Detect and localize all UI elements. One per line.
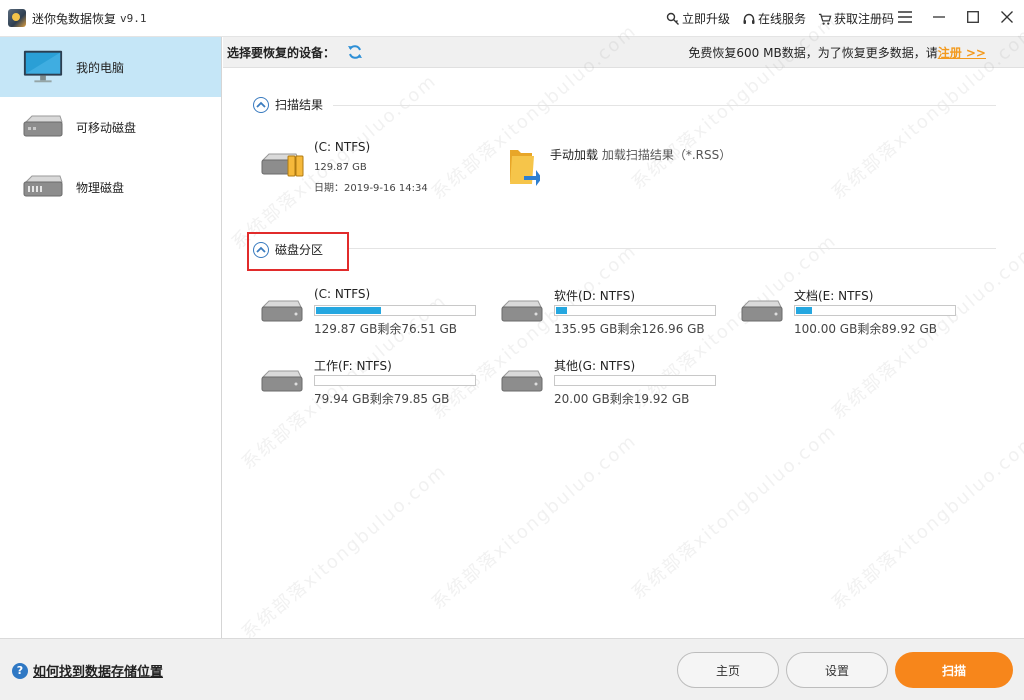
- upgrade-button[interactable]: 立即升级: [666, 10, 730, 27]
- drive-name: 文档(E: NTFS): [794, 289, 874, 303]
- folder-load-icon: [508, 146, 542, 191]
- usage-bar: [794, 305, 956, 316]
- partitions-title: 磁盘分区: [275, 243, 324, 257]
- refresh-icon[interactable]: [347, 44, 363, 60]
- scan-result-item[interactable]: (C: NTFS) 129.87 GB 日期：2019-9-16 14:34: [260, 140, 428, 194]
- sidebar-item-removable-disk[interactable]: 可移动磁盘: [0, 97, 221, 157]
- removable-disk-icon: [22, 109, 64, 145]
- help-link-label: 如何找到数据存储位置: [33, 665, 164, 680]
- close-icon: [1001, 11, 1013, 26]
- drive-capacity: 79.94 GB剩余79.85 GB: [314, 392, 450, 406]
- menu-icon: [898, 11, 912, 26]
- partition-e[interactable]: 文档(E: NTFS) 100.00 GB剩余89.92 GB: [740, 287, 956, 337]
- get-code-label: 获取注册码: [833, 12, 894, 26]
- drive-icon: [500, 299, 544, 325]
- title-actions: 立即升级 在线服务 获取注册码: [666, 0, 894, 37]
- app-version: v9.1: [120, 11, 147, 25]
- register-link[interactable]: 注册 >>: [938, 44, 986, 61]
- usage-bar-fill: [796, 307, 812, 314]
- sidebar: 我的电脑 可移动磁盘 物理磁盘: [0, 37, 222, 638]
- footer-bar: ? 如何找到数据存储位置 主页 设置 扫描: [0, 638, 1024, 700]
- section-divider: [333, 105, 996, 106]
- scan-results-header: 扫描结果: [253, 96, 323, 113]
- usage-bar: [314, 305, 476, 316]
- watermark: 系统部落xitongbuluo.com: [827, 430, 1024, 614]
- scan-drive-name: (C: NTFS): [314, 140, 371, 154]
- watermark: 系统部落xitongbuluo.com: [237, 460, 451, 644]
- title-bar: 迷你兔数据恢复 v9.1 立即升级 在线服务 获取注册码: [0, 0, 1024, 37]
- device-select-bar: 选择要恢复的设备： 免费恢复600 MB数据，为了恢复更多数据，请 注册 >>: [223, 37, 1024, 68]
- sidebar-item-label: 物理磁盘: [76, 180, 125, 195]
- drive-icon: [260, 369, 304, 395]
- minimize-icon: [933, 11, 945, 26]
- partition-d[interactable]: 软件(D: NTFS) 135.95 GB剩余126.96 GB: [500, 287, 716, 337]
- drive-icon: [740, 299, 784, 325]
- cart-icon: [818, 12, 832, 26]
- monitor-icon: [22, 49, 64, 85]
- drive-name: 工作(F: NTFS): [314, 359, 392, 373]
- home-button[interactable]: 主页: [677, 652, 779, 688]
- drive-capacity: 20.00 GB剩余19.92 GB: [554, 392, 690, 406]
- select-device-label: 选择要恢复的设备：: [227, 45, 336, 60]
- sidebar-item-label: 我的电脑: [76, 60, 125, 75]
- scan-button[interactable]: 扫描: [895, 652, 1013, 688]
- partition-c[interactable]: (C: NTFS) 129.87 GB剩余76.51 GB: [260, 287, 476, 337]
- drive-capacity: 100.00 GB剩余89.92 GB: [794, 322, 938, 336]
- maximize-icon: [967, 11, 979, 26]
- section-divider: [349, 248, 996, 249]
- settings-button-label: 设置: [824, 663, 849, 678]
- help-link[interactable]: ? 如何找到数据存储位置: [12, 661, 163, 680]
- physical-disk-icon: [22, 169, 64, 205]
- help-icon: ?: [12, 662, 28, 679]
- free-notice-text: 免费恢复600 MB数据，为了恢复更多数据，请: [688, 46, 938, 60]
- partitions-header: 磁盘分区: [253, 241, 323, 258]
- drive-name: 软件(D: NTFS): [554, 289, 636, 303]
- window-controls: [888, 0, 1024, 37]
- get-code-button[interactable]: 获取注册码: [818, 10, 894, 27]
- minimize-button[interactable]: [922, 0, 956, 37]
- maximize-button[interactable]: [956, 0, 990, 37]
- drive-name: 其他(G: NTFS): [554, 359, 636, 373]
- online-service-label: 在线服务: [757, 12, 806, 26]
- drive-name: (C: NTFS): [314, 287, 371, 301]
- collapse-icon[interactable]: [253, 241, 269, 258]
- manual-load-subtitle: 加载扫描结果（*.RSS）: [601, 148, 732, 162]
- upgrade-label: 立即升级: [681, 12, 730, 26]
- manual-load-title: 手动加载: [550, 148, 599, 162]
- main-panel: 系统部落xitongbuluo.com 系统部落xitongbuluo.com …: [223, 10, 1024, 644]
- watermark: 系统部落xitongbuluo.com: [627, 420, 841, 604]
- manual-load-button[interactable]: 手动加载 加载扫描结果（*.RSS）: [508, 146, 731, 191]
- drive-scan-icon: [260, 152, 304, 178]
- headset-icon: [742, 12, 756, 26]
- home-button-label: 主页: [715, 663, 740, 678]
- usage-bar-fill: [316, 307, 381, 314]
- settings-button[interactable]: 设置: [786, 652, 888, 688]
- drive-icon: [500, 369, 544, 395]
- menu-button[interactable]: [888, 0, 922, 37]
- online-service-button[interactable]: 在线服务: [742, 10, 806, 27]
- scan-drive-size: 129.87 GB: [314, 162, 367, 173]
- close-button[interactable]: [990, 0, 1024, 37]
- sidebar-item-label: 可移动磁盘: [76, 120, 137, 135]
- usage-bar: [554, 305, 716, 316]
- drive-capacity: 135.95 GB剩余126.96 GB: [554, 322, 705, 336]
- usage-bar-fill: [556, 307, 567, 314]
- watermark: 系统部落xitongbuluo.com: [427, 430, 641, 614]
- scan-button-label: 扫描: [941, 663, 966, 678]
- sidebar-item-physical-disk[interactable]: 物理磁盘: [0, 157, 221, 217]
- usage-bar: [554, 375, 716, 386]
- scan-drive-date: 日期：2019-9-16 14:34: [314, 183, 428, 194]
- partition-f[interactable]: 工作(F: NTFS) 79.94 GB剩余79.85 GB: [260, 357, 476, 407]
- scan-results-title: 扫描结果: [275, 98, 324, 112]
- drive-icon: [260, 299, 304, 325]
- free-notice: 免费恢复600 MB数据，为了恢复更多数据，请 注册 >>: [688, 37, 986, 68]
- sidebar-item-my-computer[interactable]: 我的电脑: [0, 37, 221, 97]
- usage-bar: [314, 375, 476, 386]
- key-icon: [666, 12, 680, 26]
- collapse-icon[interactable]: [253, 96, 269, 113]
- partition-g[interactable]: 其他(G: NTFS) 20.00 GB剩余19.92 GB: [500, 357, 716, 407]
- app-logo-icon: [8, 9, 26, 27]
- app-title: 迷你兔数据恢复: [32, 11, 117, 26]
- drive-capacity: 129.87 GB剩余76.51 GB: [314, 322, 458, 336]
